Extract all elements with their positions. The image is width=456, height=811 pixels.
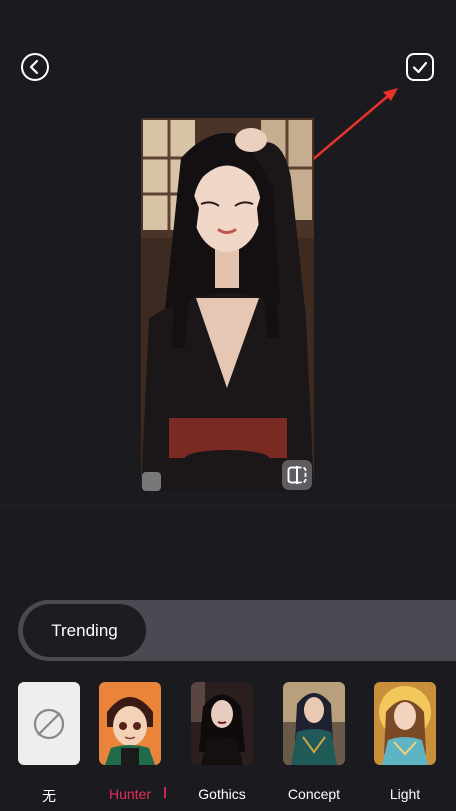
style-item-light[interactable]: Light [374, 682, 436, 802]
style-label: Gothics [198, 786, 246, 802]
style-thumbnail [283, 682, 345, 765]
gothics-thumbnail-image [191, 682, 253, 765]
chevron-left-circle-icon [21, 53, 49, 81]
light-thumbnail-image [374, 682, 436, 765]
confirm-button[interactable] [405, 52, 435, 82]
watermark-chip [142, 472, 161, 491]
style-label: Concept [287, 786, 341, 802]
preview-image [141, 118, 314, 491]
style-item-gothics[interactable]: Gothics [191, 682, 253, 802]
hunter-thumbnail-image [99, 682, 161, 765]
portrait-illustration [141, 118, 314, 491]
style-thumbnail [99, 682, 161, 765]
category-tab-bar: Trending [18, 600, 456, 661]
tab-trending[interactable]: Trending [23, 604, 146, 657]
style-item-none[interactable]: 无 [18, 682, 80, 804]
divider [0, 505, 456, 506]
style-item-concept[interactable]: Concept [283, 682, 345, 802]
selected-tab-edge [164, 787, 166, 798]
style-thumbnail [18, 682, 80, 765]
style-label: Light [389, 786, 421, 802]
style-thumbnail [191, 682, 253, 765]
compare-split-icon [287, 466, 307, 484]
none-slash-icon [33, 708, 65, 739]
checkmark-square-icon [406, 53, 434, 81]
back-button[interactable] [20, 52, 50, 82]
compare-button[interactable] [282, 460, 312, 490]
concept-thumbnail-image [283, 682, 345, 765]
style-thumbnail [374, 682, 436, 765]
style-item-hunter[interactable]: Hunter [99, 682, 161, 802]
